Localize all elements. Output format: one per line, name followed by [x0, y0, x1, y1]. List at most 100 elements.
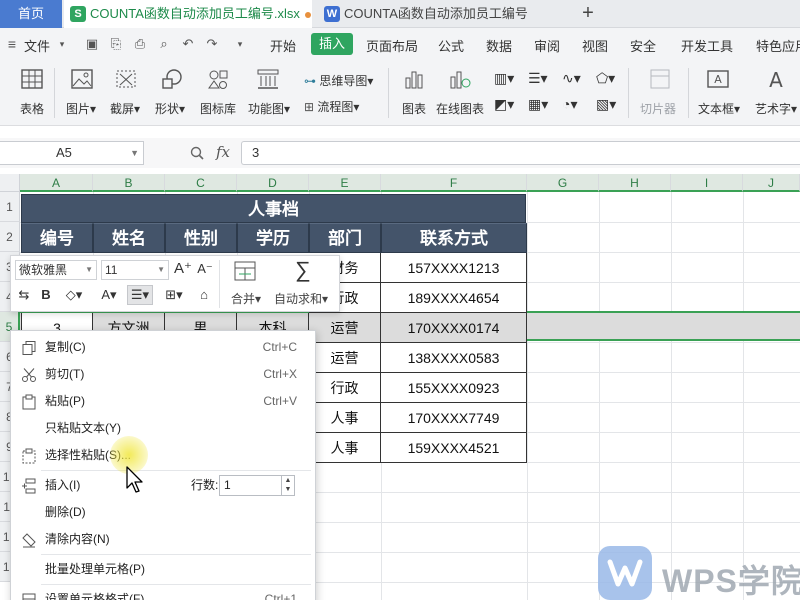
rows-stepper[interactable]: ▲ ▼: [281, 476, 294, 495]
name-box[interactable]: A5 ▼: [0, 141, 144, 165]
zoom-icon[interactable]: [190, 146, 204, 160]
row-header-2[interactable]: 2: [0, 222, 20, 252]
menu-tab-security[interactable]: 安全: [630, 36, 656, 55]
chevron-down-icon[interactable]: ▾: [54, 36, 70, 52]
ribbon-screenshot[interactable]: 截屏▾: [110, 100, 140, 117]
header-cell-education[interactable]: 学历: [237, 223, 309, 253]
menu-item-format-cells[interactable]: 设置单元格格式(F)... Ctrl+1: [11, 586, 315, 600]
autosum-button[interactable]: 自动求和▾: [274, 290, 328, 307]
menu-tab-developer[interactable]: 开发工具: [681, 36, 733, 55]
table-cell[interactable]: 170XXXX7749: [381, 403, 527, 433]
column-header-d[interactable]: D: [237, 174, 309, 192]
column-chart-icon[interactable]: ▥▾: [494, 70, 514, 87]
ribbon-mindmap[interactable]: ⊶ 思维导图▾: [304, 72, 373, 89]
menu-tab-page-layout[interactable]: 页面布局: [366, 36, 418, 55]
header-cell-id[interactable]: 编号: [21, 223, 93, 253]
menu-tab-insert[interactable]: 插入: [311, 33, 354, 55]
redo-icon[interactable]: ↷: [204, 36, 220, 52]
menu-item-delete[interactable]: 删除(D): [11, 499, 315, 526]
fill-color-icon[interactable]: ◇▾: [61, 286, 87, 304]
menu-tab-home[interactable]: 开始: [270, 36, 296, 55]
bold-button[interactable]: B: [37, 286, 55, 304]
decrease-font-icon[interactable]: A⁻: [195, 260, 215, 278]
menu-tab-view[interactable]: 视图: [582, 36, 608, 55]
line-chart-icon[interactable]: ∿▾: [562, 70, 581, 87]
menu-item-cut[interactable]: 剪切(T) Ctrl+X: [11, 361, 315, 388]
merge-cells-icon[interactable]: [233, 260, 257, 282]
column-header-a[interactable]: A: [20, 174, 93, 192]
hamburger-icon[interactable]: ≡: [4, 36, 20, 52]
other-chart-icon[interactable]: ▧▾: [596, 96, 616, 113]
ribbon-picture[interactable]: 图片▾: [66, 100, 96, 117]
formula-input[interactable]: 3: [241, 141, 800, 165]
ribbon-chart[interactable]: 图表: [402, 100, 426, 117]
table-cell[interactable]: 运营: [309, 313, 381, 343]
rows-count-input[interactable]: 1 ▲ ▼: [219, 475, 295, 496]
column-header-c[interactable]: C: [165, 174, 237, 192]
header-cell-contact[interactable]: 联系方式: [381, 223, 527, 253]
ribbon-online-chart[interactable]: 在线图表: [436, 100, 484, 117]
menu-item-paste[interactable]: 粘贴(P) Ctrl+V: [11, 388, 315, 415]
menu-file[interactable]: 文件: [24, 36, 50, 55]
font-color-icon[interactable]: A▾: [95, 286, 123, 304]
ribbon-table[interactable]: 表格: [20, 100, 44, 117]
column-header-b[interactable]: B: [93, 174, 165, 192]
autosum-icon[interactable]: ∑: [291, 258, 315, 282]
save-icon[interactable]: ▣: [84, 36, 100, 52]
menu-tab-review[interactable]: 审阅: [534, 36, 560, 55]
preview-icon[interactable]: ⌕: [156, 36, 172, 52]
wrap-text-icon[interactable]: ⇆: [15, 286, 33, 304]
table-cell[interactable]: 189XXXX4654: [381, 283, 527, 313]
customize-icon[interactable]: ▾: [232, 36, 248, 52]
menu-item-paste-text[interactable]: 只粘贴文本(Y): [11, 415, 315, 442]
header-cell-name[interactable]: 姓名: [93, 223, 165, 253]
ribbon-textbox[interactable]: 文本框▾: [698, 100, 740, 117]
ribbon-shape[interactable]: 形状▾: [155, 100, 185, 117]
ribbon-wordart[interactable]: 艺术字▾: [755, 100, 797, 117]
tab-home[interactable]: 首页: [0, 0, 62, 28]
row-header-1[interactable]: 1: [0, 192, 20, 222]
fx-icon[interactable]: fx: [216, 143, 230, 161]
menu-tab-data[interactable]: 数据: [486, 36, 512, 55]
print-icon[interactable]: ⎙: [132, 36, 148, 52]
table-cell[interactable]: 170XXXX0174: [381, 313, 527, 343]
undo-icon[interactable]: ↶: [180, 36, 196, 52]
area-chart-icon[interactable]: ◩▾: [494, 96, 514, 113]
merge-button[interactable]: 合并▾: [231, 290, 261, 307]
radar-chart-icon[interactable]: ⬠▾: [596, 70, 615, 87]
table-cell[interactable]: 人事: [309, 403, 381, 433]
select-all-corner[interactable]: [0, 174, 20, 192]
menu-item-batch[interactable]: 批量处理单元格(P): [11, 556, 315, 583]
column-header-e[interactable]: E: [309, 174, 381, 192]
table-cell[interactable]: 159XXXX4521: [381, 433, 527, 463]
column-header-h[interactable]: H: [599, 174, 671, 192]
column-header-i[interactable]: I: [671, 174, 743, 192]
column-header-f[interactable]: F: [381, 174, 527, 192]
ribbon-function-chart[interactable]: 功能图▾: [248, 100, 290, 117]
table-cell[interactable]: 行政: [309, 373, 381, 403]
menu-tab-formula[interactable]: 公式: [438, 36, 464, 55]
table-cell[interactable]: 运营: [309, 343, 381, 373]
column-header-j[interactable]: J: [743, 174, 800, 192]
ribbon-icon-library[interactable]: 图标库: [200, 100, 236, 117]
font-select[interactable]: 微软雅黑 ▼: [15, 260, 97, 280]
menu-item-paste-special[interactable]: 选择性粘贴(S)...: [11, 442, 315, 469]
header-cell-gender[interactable]: 性别: [165, 223, 237, 253]
menu-item-insert[interactable]: 插入(I) 行数: 1 ▲ ▼: [11, 472, 315, 499]
tab-doc[interactable]: W COUNTA函数自动添加员工编号: [318, 0, 568, 28]
table-cell[interactable]: 155XXXX0923: [381, 373, 527, 403]
table-cell[interactable]: 人事: [309, 433, 381, 463]
bar-h-chart-icon[interactable]: ☰▾: [528, 70, 548, 87]
menu-item-copy[interactable]: 复制(C) Ctrl+C: [11, 334, 315, 361]
pie-chart-icon[interactable]: ◔▾: [562, 96, 577, 113]
menu-item-clear[interactable]: 清除内容(N): [11, 526, 315, 553]
export-icon[interactable]: ⎘: [108, 36, 124, 52]
stock-chart-icon[interactable]: ▦▾: [528, 96, 548, 113]
ribbon-flowchart[interactable]: ⊞ 流程图▾: [304, 98, 359, 115]
menu-tab-features[interactable]: 特色应用: [756, 36, 800, 55]
align-center-icon[interactable]: ☰▾: [127, 285, 153, 305]
table-cell[interactable]: 157XXXX1213: [381, 253, 527, 283]
new-tab-button[interactable]: +: [578, 0, 598, 28]
table-cell[interactable]: 138XXXX0583: [381, 343, 527, 373]
tab-file[interactable]: S COUNTA函数自动添加员工编号.xlsx: [64, 0, 312, 28]
